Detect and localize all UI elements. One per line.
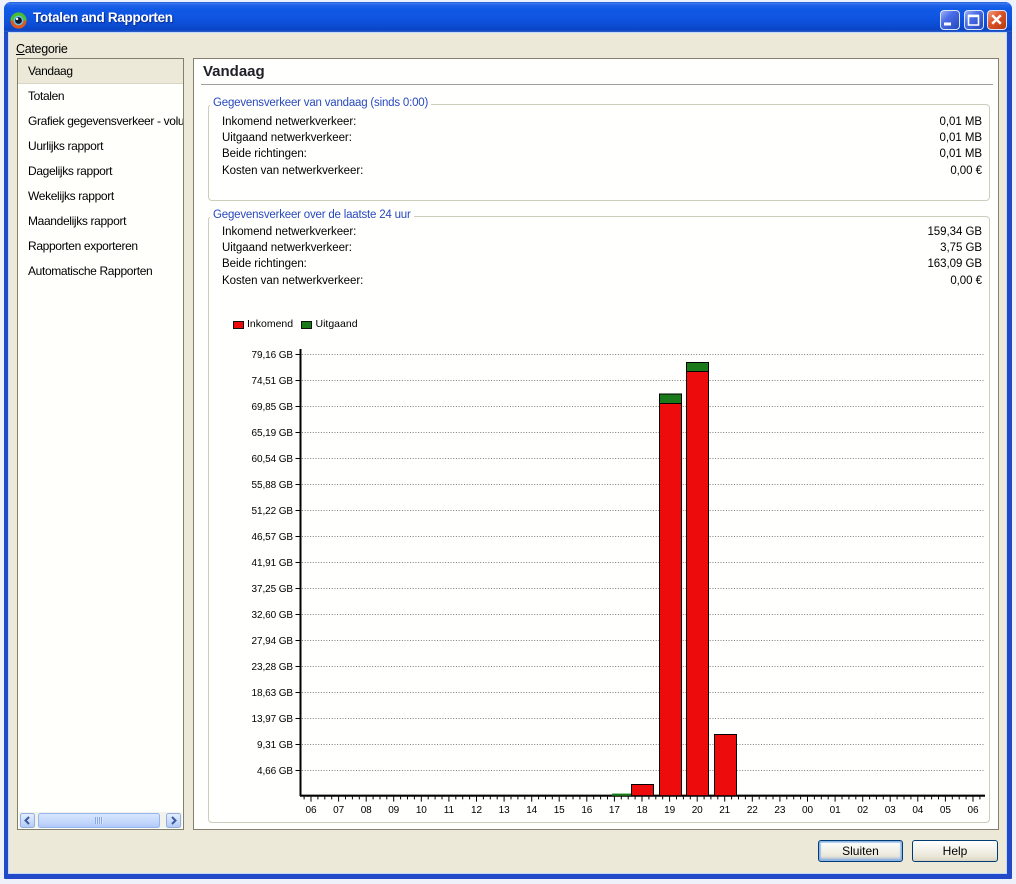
svg-text:12: 12 <box>471 805 482 816</box>
svg-text:22: 22 <box>747 805 758 816</box>
svg-text:11: 11 <box>444 805 455 816</box>
svg-text:65,19 GB: 65,19 GB <box>252 428 294 439</box>
svg-text:00: 00 <box>802 805 813 816</box>
svg-text:21: 21 <box>719 805 730 816</box>
svg-text:06: 06 <box>306 805 317 816</box>
svg-text:46,57 GB: 46,57 GB <box>252 532 294 543</box>
svg-text:41,91 GB: 41,91 GB <box>252 558 294 569</box>
svg-text:23,28 GB: 23,28 GB <box>252 662 294 673</box>
svg-text:08: 08 <box>361 805 372 816</box>
svg-text:19: 19 <box>664 805 675 816</box>
svg-text:07: 07 <box>333 805 344 816</box>
svg-text:51,22 GB: 51,22 GB <box>252 506 294 517</box>
svg-text:14: 14 <box>526 805 537 816</box>
svg-text:18,63 GB: 18,63 GB <box>252 688 294 699</box>
svg-text:55,88 GB: 55,88 GB <box>252 480 294 491</box>
svg-text:74,51 GB: 74,51 GB <box>252 376 294 387</box>
svg-text:06: 06 <box>968 805 979 816</box>
svg-text:03: 03 <box>885 805 896 816</box>
svg-text:09: 09 <box>388 805 399 816</box>
svg-text:4,66 GB: 4,66 GB <box>257 766 293 777</box>
svg-text:27,94 GB: 27,94 GB <box>252 636 294 647</box>
svg-text:16: 16 <box>581 805 592 816</box>
svg-text:79,16 GB: 79,16 GB <box>252 350 294 361</box>
svg-text:15: 15 <box>554 805 565 816</box>
svg-text:13,97 GB: 13,97 GB <box>252 714 294 725</box>
svg-text:9,31 GB: 9,31 GB <box>257 740 293 751</box>
svg-text:01: 01 <box>830 805 841 816</box>
svg-text:05: 05 <box>940 805 951 816</box>
svg-text:60,54 GB: 60,54 GB <box>252 454 294 465</box>
svg-text:37,25 GB: 37,25 GB <box>252 584 294 595</box>
svg-text:17: 17 <box>609 805 620 816</box>
svg-text:23: 23 <box>774 805 785 816</box>
svg-text:02: 02 <box>857 805 868 816</box>
svg-text:32,60 GB: 32,60 GB <box>252 610 294 621</box>
svg-text:13: 13 <box>499 805 510 816</box>
svg-text:04: 04 <box>912 805 923 816</box>
svg-text:20: 20 <box>692 805 703 816</box>
svg-text:18: 18 <box>637 805 648 816</box>
svg-text:10: 10 <box>416 805 427 816</box>
svg-text:69,85 GB: 69,85 GB <box>252 402 294 413</box>
